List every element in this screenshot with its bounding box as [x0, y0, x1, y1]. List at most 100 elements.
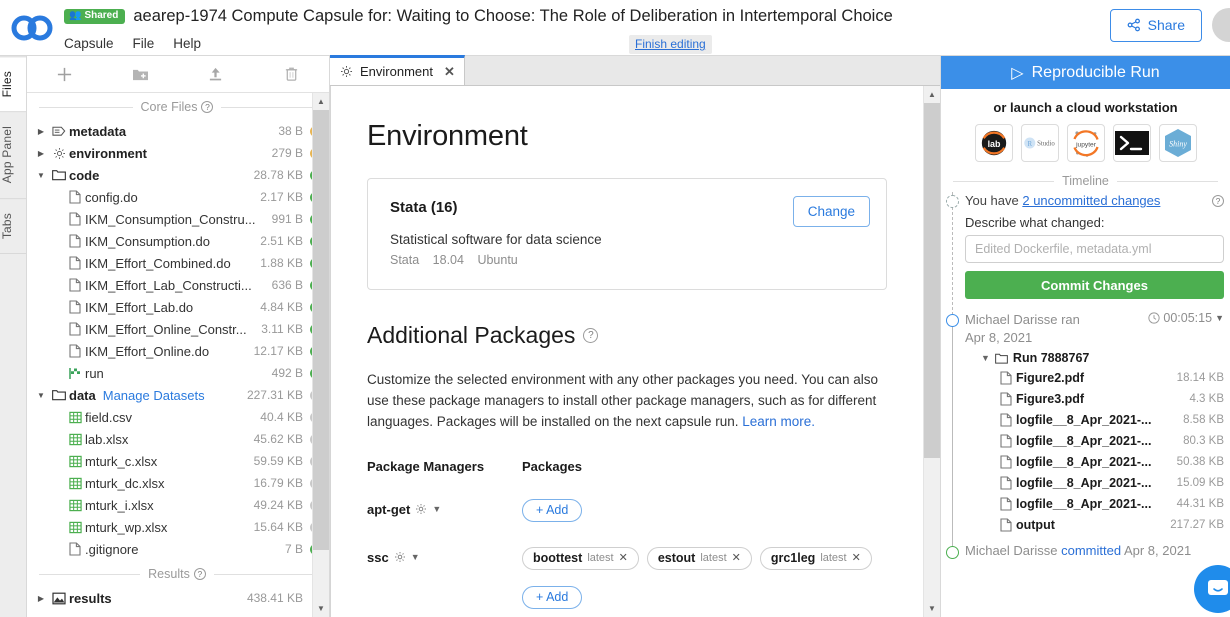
file-row[interactable]: ▼ code 28.78 KB	[27, 164, 329, 186]
manager-aptget[interactable]: apt-get ▼	[367, 499, 522, 517]
file-row[interactable]: IKM_Effort_Lab.do 4.84 KB	[27, 296, 329, 318]
codeocean-logo[interactable]	[0, 0, 64, 55]
menu-help[interactable]: Help	[173, 36, 201, 51]
finish-editing-link[interactable]: Finish editing	[629, 35, 712, 54]
gear-icon[interactable]	[394, 551, 406, 563]
help-icon[interactable]: ?	[583, 328, 599, 343]
file-row[interactable]: mturk_dc.xlsx 16.79 KB	[27, 472, 329, 494]
run-output-row[interactable]: Figure2.pdf 18.14 KB	[965, 367, 1224, 388]
scroll-up-arrow[interactable]: ▲	[924, 86, 940, 103]
chevron-down-icon[interactable]: ▼	[411, 552, 420, 562]
rail-tab-files[interactable]: Files	[0, 56, 26, 112]
add-package-aptget-button[interactable]: + Add	[522, 498, 583, 522]
menu-capsule[interactable]: Capsule	[64, 36, 114, 51]
describe-input[interactable]	[965, 235, 1224, 263]
share-button[interactable]: Share	[1109, 8, 1202, 42]
file-row[interactable]: IKM_Effort_Online.do 12.17 KB	[27, 340, 329, 362]
change-environment-button[interactable]: Change	[792, 196, 870, 227]
tab-environment[interactable]: Environment ✕	[330, 55, 465, 85]
new-file-button[interactable]	[27, 56, 103, 92]
caret-down-icon[interactable]: ▼	[981, 353, 990, 363]
file-row[interactable]: ▶ results 438.41 KB	[27, 587, 329, 609]
center-scroll-track[interactable]	[924, 103, 940, 600]
file-row[interactable]: mturk_wp.xlsx 15.64 KB	[27, 516, 329, 538]
file-row[interactable]: IKM_Consumption_Constru... 991 B	[27, 208, 329, 230]
center-scroll-thumb[interactable]	[924, 103, 940, 458]
manager-ssc[interactable]: ssc ▼	[367, 547, 522, 565]
delete-button[interactable]	[254, 56, 330, 92]
manage-datasets-link[interactable]: Manage Datasets	[103, 388, 205, 403]
file-row[interactable]: lab.xlsx 45.62 KB	[27, 428, 329, 450]
run-output-row[interactable]: logfile__8_Apr_2021-... 50.38 KB	[965, 451, 1224, 472]
caret-right-icon[interactable]: ▶	[33, 127, 49, 136]
caret-right-icon[interactable]: ▶	[33, 149, 49, 158]
help-icon[interactable]: ?	[193, 568, 206, 580]
run-output-row[interactable]: Figure3.pdf 4.3 KB	[965, 388, 1224, 409]
caret-right-icon[interactable]: ▶	[33, 594, 49, 603]
rail-tab-tabs[interactable]: Tabs	[0, 197, 26, 253]
commit-changes-button[interactable]: Commit Changes	[965, 271, 1224, 299]
add-package-ssc-button[interactable]: + Add	[522, 585, 583, 609]
file-row[interactable]: config.do 2.17 KB	[27, 186, 329, 208]
help-icon[interactable]: ?	[201, 101, 214, 113]
run-output-row[interactable]: logfile__8_Apr_2021-... 15.09 KB	[965, 472, 1224, 493]
folder-icon	[995, 353, 1008, 364]
remove-package-icon[interactable]: ✕	[732, 551, 741, 564]
files-scrollbar[interactable]: ▲ ▼	[312, 93, 329, 617]
package-version: latest	[700, 551, 727, 564]
files-scroll-track[interactable]	[313, 110, 329, 600]
remove-package-icon[interactable]: ✕	[852, 551, 861, 564]
separator-line-left	[953, 180, 1055, 182]
tab-close-icon[interactable]: ✕	[444, 64, 455, 80]
workstation-icons: lab R Studio jupyter Shiny	[941, 124, 1230, 172]
terminal-icon[interactable]	[1112, 124, 1151, 162]
rail-tab-app-panel[interactable]: App Panel	[0, 111, 26, 198]
run-output-row[interactable]: logfile__8_Apr_2021-... 44.31 KB	[965, 493, 1224, 514]
metadata-icon	[49, 125, 69, 137]
scroll-down-arrow[interactable]: ▼	[924, 600, 940, 617]
file-row[interactable]: ▶ environment 279 B	[27, 142, 329, 164]
run-folder-row[interactable]: ▼ Run 7888767	[981, 351, 1224, 365]
file-row[interactable]: ▼ data Manage Datasets 227.31 KB	[27, 384, 329, 406]
package-chip[interactable]: estout latest ✕	[646, 546, 752, 570]
file-row[interactable]: field.csv 40.4 KB	[27, 406, 329, 428]
jupyter-icon[interactable]: jupyter	[1066, 124, 1105, 162]
new-folder-button[interactable]	[103, 56, 179, 92]
scroll-down-arrow[interactable]: ▼	[313, 600, 329, 617]
reproducible-run-button[interactable]: ▷ Reproducible Run	[941, 56, 1230, 89]
user-avatar[interactable]	[1212, 8, 1230, 42]
package-chip[interactable]: grc1leg latest ✕	[759, 546, 872, 570]
remove-package-icon[interactable]: ✕	[619, 551, 628, 564]
run-output-row[interactable]: logfile__8_Apr_2021-... 80.3 KB	[965, 430, 1224, 451]
commit-action-link[interactable]: committed	[1061, 543, 1121, 558]
run-output-row[interactable]: output 217.27 KB	[965, 514, 1224, 535]
file-row[interactable]: IKM_Effort_Online_Constr... 3.11 KB	[27, 318, 329, 340]
upload-button[interactable]	[178, 56, 254, 92]
files-scroll-thumb[interactable]	[313, 110, 329, 550]
file-row[interactable]: IKM_Effort_Combined.do 1.88 KB	[27, 252, 329, 274]
caret-down-icon[interactable]: ▼	[33, 391, 49, 400]
gear-icon[interactable]	[415, 503, 427, 515]
file-row[interactable]: mturk_c.xlsx 59.59 KB	[27, 450, 329, 472]
uncommitted-changes-link[interactable]: 2 uncommitted changes	[1022, 193, 1160, 208]
file-row[interactable]: mturk_i.xlsx 49.24 KB	[27, 494, 329, 516]
run-output-row[interactable]: logfile__8_Apr_2021-... 8.58 KB	[965, 409, 1224, 430]
chevron-down-icon[interactable]: ▼	[1215, 313, 1224, 323]
center-scrollbar[interactable]: ▲ ▼	[923, 86, 940, 617]
file-name: environment	[69, 145, 148, 161]
file-row[interactable]: ▶ metadata 38 B	[27, 120, 329, 142]
chevron-down-icon[interactable]: ▼	[432, 504, 441, 514]
caret-down-icon[interactable]: ▼	[33, 171, 49, 180]
learn-more-link[interactable]: Learn more.	[742, 414, 815, 429]
scroll-up-arrow[interactable]: ▲	[313, 93, 329, 110]
help-icon[interactable]: ?	[1212, 194, 1224, 207]
file-row[interactable]: .gitignore 7 B	[27, 538, 329, 560]
menu-file[interactable]: File	[133, 36, 155, 51]
shiny-icon[interactable]: Shiny	[1158, 124, 1197, 162]
rstudio-icon[interactable]: R Studio	[1020, 124, 1059, 162]
file-row[interactable]: IKM_Consumption.do 2.51 KB	[27, 230, 329, 252]
package-chip[interactable]: boottest latest ✕	[522, 546, 639, 570]
file-row[interactable]: IKM_Effort_Lab_Constructi... 636 B	[27, 274, 329, 296]
file-row[interactable]: run 492 B	[27, 362, 329, 384]
jupyterlab-icon[interactable]: lab	[974, 124, 1013, 162]
